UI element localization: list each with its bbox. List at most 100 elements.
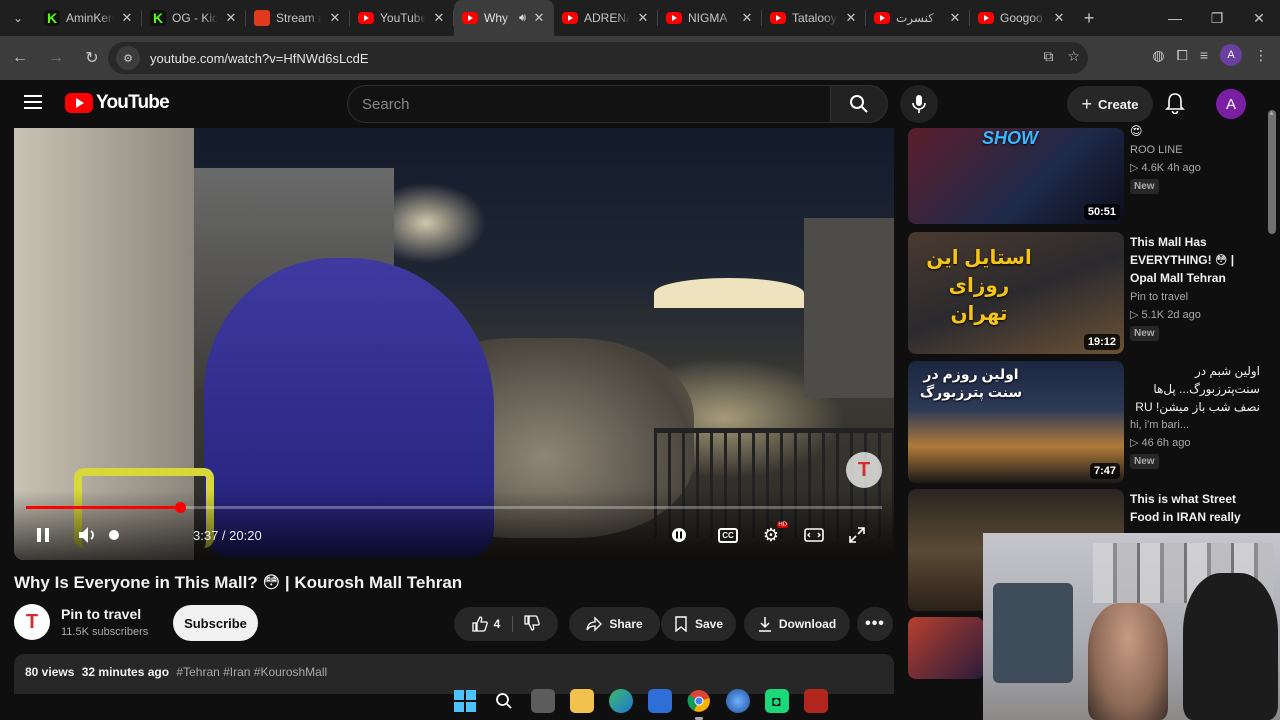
file-explorer-icon[interactable] — [569, 689, 594, 713]
theater-mode-icon[interactable] — [801, 524, 827, 546]
search-input[interactable]: Search — [347, 85, 831, 123]
close-icon[interactable]: ✕ — [1052, 10, 1066, 26]
browser-tab[interactable]: ADRENA ✕ — [554, 0, 658, 36]
scroll-up-arrow-icon[interactable]: ▲ — [1268, 110, 1276, 117]
back-arrow-icon[interactable]: ← — [4, 49, 36, 67]
close-icon[interactable]: ✕ — [740, 10, 754, 26]
task-view-icon[interactable] — [530, 689, 555, 713]
app-globe-icon[interactable] — [725, 689, 750, 713]
reload-icon[interactable]: ↻ — [76, 48, 108, 68]
taskbar-search-icon[interactable] — [492, 689, 516, 713]
channel-watermark[interactable]: T — [846, 452, 882, 488]
volume-icon[interactable] — [76, 524, 100, 546]
extension-badge-icon[interactable]: ◍ — [1152, 47, 1164, 64]
address-bar[interactable]: ⚙ youtube.com/watch?v=HfNWd6sLcdE ⧉ ☆ — [108, 42, 1088, 74]
more-actions-button[interactable]: ••• — [857, 607, 893, 641]
kick-app-icon[interactable]: ◘ — [764, 689, 789, 713]
progress-scrubber[interactable] — [175, 502, 187, 513]
subscribe-button[interactable]: Subscribe — [173, 605, 258, 641]
progress-bar[interactable] — [26, 502, 882, 513]
windows-start-icon[interactable] — [453, 689, 477, 713]
voice-search-button[interactable] — [900, 85, 938, 123]
close-icon[interactable]: ✕ — [532, 10, 546, 26]
new-tab-plus-icon[interactable]: + — [1074, 8, 1104, 29]
youtube-logo[interactable]: YouTube — [65, 92, 170, 114]
media-control-icon[interactable]: ≡ — [1200, 47, 1208, 63]
download-button[interactable]: Download — [744, 607, 850, 641]
browser-menu-icon[interactable]: ⋮ — [1254, 47, 1268, 64]
browser-tab[interactable]: YouTube ✕ — [350, 0, 454, 36]
browser-profile-avatar[interactable]: A — [1220, 44, 1242, 66]
kick-icon: K — [44, 10, 60, 26]
url-text[interactable]: youtube.com/watch?v=HfNWd6sLcdE — [150, 51, 369, 66]
save-button[interactable]: Save — [661, 607, 736, 641]
install-app-icon[interactable]: ⧉ — [1043, 48, 1053, 65]
recommendation-channel[interactable]: hi, i'm bari... — [1130, 416, 1189, 434]
window-close-icon[interactable]: ✕ — [1238, 10, 1280, 27]
fullscreen-icon[interactable] — [844, 524, 870, 546]
dislike-button[interactable] — [520, 614, 541, 634]
speaker-icon[interactable]: 🔊︎ — [519, 12, 526, 25]
account-avatar[interactable]: A — [1216, 89, 1246, 119]
autoplay-toggle-icon[interactable] — [666, 524, 692, 546]
browser-tab[interactable]: کنسرت ✕ — [866, 0, 970, 36]
notifications-bell-icon[interactable] — [1165, 92, 1185, 119]
recommendation-thumbnail[interactable]: اولین روزم در سنت پترزبورگ 7:47 — [908, 361, 1124, 483]
captions-button[interactable]: CC — [715, 524, 741, 546]
page-scrollbar[interactable] — [1268, 110, 1276, 234]
duration-badge: 7:47 — [1089, 463, 1120, 479]
browser-tab[interactable]: Stream a ✕ — [246, 0, 350, 36]
microsoft-store-icon[interactable] — [647, 689, 672, 713]
close-icon[interactable]: ✕ — [948, 10, 962, 26]
bookmark-star-icon[interactable]: ☆ — [1067, 48, 1080, 65]
browser-tab-active[interactable]: Why 🔊︎ ✕ — [454, 0, 554, 36]
webcam-streamer — [1088, 603, 1168, 720]
recommendation-title[interactable]: اولین شبم در سنت‌پترزبورگ... پل‌ها نصف ش… — [1130, 362, 1260, 416]
youtube-icon — [358, 12, 374, 24]
recommendation-title[interactable]: This is what Street Food in IRAN really — [1130, 490, 1260, 526]
close-icon[interactable]: ✕ — [844, 10, 858, 26]
recommendation-channel[interactable]: Pin to travel — [1130, 288, 1188, 306]
dota-game-icon[interactable] — [803, 689, 828, 713]
tab-search-chevron-icon[interactable]: ⌄ — [0, 0, 36, 36]
webcam-headboard — [993, 583, 1073, 683]
browser-tab[interactable]: Googoo ✕ — [970, 0, 1074, 36]
recommendation-thumbnail[interactable]: استایل این روزای تهران 19:12 — [908, 232, 1124, 354]
channel-name[interactable]: Pin to travel — [61, 606, 141, 622]
close-icon[interactable]: ✕ — [328, 10, 342, 26]
minimize-icon[interactable]: — — [1154, 10, 1196, 27]
tab-title: Tatalooy — [792, 11, 837, 25]
new-badge: New — [1130, 326, 1159, 341]
recommendation-thumbnail[interactable] — [908, 617, 984, 679]
video-player[interactable]: T 3:37 / 20:20 CC ⚙ HD — [14, 128, 894, 560]
settings-button[interactable]: ⚙ HD — [758, 522, 788, 546]
extensions-puzzle-icon[interactable]: ⧠ — [1177, 47, 1188, 64]
close-icon[interactable]: ✕ — [120, 10, 134, 26]
pause-button[interactable] — [32, 524, 54, 546]
edge-browser-icon[interactable] — [608, 689, 633, 713]
recommendation-title[interactable]: 😍 — [1130, 122, 1260, 140]
search-icon — [850, 95, 868, 113]
browser-tab[interactable]: K OG - Kick ✕ — [142, 0, 246, 36]
search-button[interactable] — [830, 85, 888, 123]
hashtags[interactable]: #Tehran #Iran #KouroshMall — [176, 665, 327, 679]
close-icon[interactable]: ✕ — [636, 10, 650, 26]
browser-tab[interactable]: Tatalooy ✕ — [762, 0, 866, 36]
site-info-icon[interactable]: ⚙ — [116, 46, 140, 70]
close-icon[interactable]: ✕ — [432, 10, 446, 26]
volume-slider[interactable] — [109, 530, 119, 540]
channel-avatar[interactable]: T — [14, 604, 50, 640]
forward-arrow-icon[interactable]: → — [40, 49, 72, 67]
menu-hamburger-icon[interactable] — [24, 95, 42, 109]
recommendation-thumbnail[interactable]: SHOW 50:51 — [908, 128, 1124, 224]
recommendation-title[interactable]: This Mall Has EVERYTHING! 😳 | Opal Mall … — [1130, 233, 1260, 287]
browser-tab[interactable]: K AminKen ✕ — [36, 0, 142, 36]
recommendation-channel[interactable]: ROO LINE — [1130, 141, 1183, 159]
like-button[interactable]: 4 — [472, 616, 514, 632]
create-button[interactable]: + Create — [1067, 86, 1153, 122]
maximize-icon[interactable]: ❐ — [1196, 10, 1238, 27]
share-button[interactable]: Share — [569, 607, 660, 641]
chrome-icon[interactable] — [687, 689, 711, 720]
close-icon[interactable]: ✕ — [224, 10, 238, 26]
browser-tab[interactable]: NIGMA ✕ — [658, 0, 762, 36]
